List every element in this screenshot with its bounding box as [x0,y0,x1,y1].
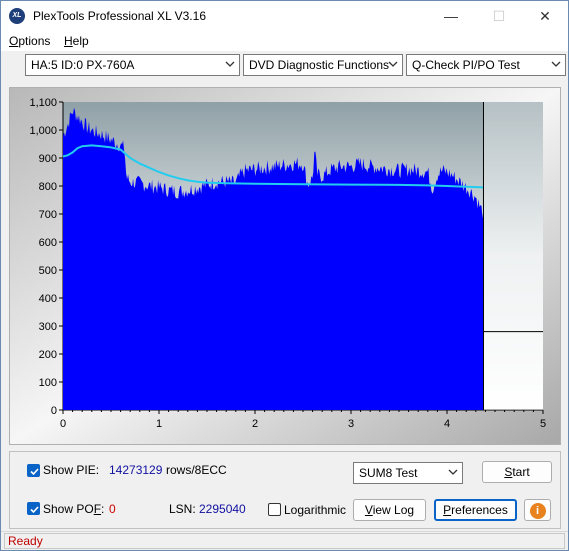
chevron-down-icon [551,61,561,67]
menu-options[interactable]: Options [9,34,50,48]
status-bar: Ready [1,531,568,550]
y-tick-label: 1,100 [29,97,57,109]
y-tick-label: 400 [39,293,57,305]
y-tick-label: 200 [39,349,57,361]
check-icon [30,468,39,476]
pi-po-chart: 0 100 200 300 400 500 600 700 800 900 1,000 1,100 0… [10,88,560,444]
pof-value: 0 [109,502,116,516]
info-icon: i [529,503,546,519]
sum-test-select[interactable]: SUM8 Test [353,462,463,484]
y-tick-label: 0 [51,405,57,417]
app-window: XL PlexTools Professional XL V3.16 — ☐ ✕… [0,0,569,551]
y-tick-label: 600 [39,237,57,249]
show-pie-checkbox[interactable] [27,464,40,477]
drive-select[interactable]: HA:5 ID:0 PX-760A [25,54,240,76]
start-label: tart [512,465,530,479]
title-bar: XL PlexTools Professional XL V3.16 — ☐ ✕ [1,1,568,31]
check-icon [30,506,39,514]
show-pof-colon: : [101,502,105,516]
y-tick-label: 100 [39,377,57,389]
lsn-value: 2295040 [199,502,246,516]
window-title: PlexTools Professional XL V3.16 [33,9,206,23]
start-button[interactable]: Start [482,461,552,483]
x-tick-label: 3 [348,418,354,430]
view-log-button[interactable]: View Log [353,499,426,521]
menu-help[interactable]: Help [64,34,89,48]
y-tick-label: 900 [39,153,57,165]
y-tick-label: 1,000 [29,125,57,137]
minimize-button[interactable]: — [428,1,474,31]
view-log-label: iew Log [372,503,415,517]
app-logo-icon: XL [9,8,25,24]
preferences-button[interactable]: Preferences [434,499,517,521]
view-log-mnemonic: V [364,503,373,517]
chevron-down-icon [448,469,458,475]
y-tick-label: 300 [39,321,57,333]
lsn-label: LSN: [169,502,196,516]
x-tick-label: 5 [540,418,546,430]
status-text: Ready [4,533,565,549]
test-select[interactable]: Q-Check PI/PO Test [406,54,566,76]
chevron-down-icon [388,61,398,67]
chart-panel: 0 100 200 300 400 500 600 700 800 900 1,000 1,100 0… [9,87,561,445]
menu-options-label: ptions [18,34,51,48]
sum-test-select-value: SUM8 Test [359,466,418,480]
control-panel: Show PIE: 14273129 rows/8ECC SUM8 Test S… [9,451,561,529]
show-pie-label: Show PIE: [43,463,100,477]
x-tick-label: 1 [156,418,162,430]
function-select-value: DVD Diagnostic Functions [249,58,390,72]
preferences-label: references [451,503,508,517]
close-button[interactable]: ✕ [522,1,568,31]
y-tick-label: 500 [39,265,57,277]
pie-value: 14273129 [109,463,163,477]
test-select-value: Q-Check PI/PO Test [412,58,520,72]
show-pof-label: Show POF: [43,502,104,516]
function-select[interactable]: DVD Diagnostic Functions [243,54,403,76]
end-marker [482,102,543,410]
y-tick-label: 800 [39,181,57,193]
menu-options-mnemonic: O [9,34,19,48]
menu-help-mnemonic: H [64,34,73,48]
logarithmic-checkbox[interactable] [268,503,281,516]
maximize-button: ☐ [492,8,506,24]
show-pof-checkbox[interactable] [27,502,40,515]
y-tick-label: 700 [39,209,57,221]
unused-region [483,102,543,410]
logarithmic-label: Logarithmic [284,503,347,517]
drive-select-value: HA:5 ID:0 PX-760A [31,58,135,72]
preferences-mnemonic: P [443,503,452,517]
x-tick-label: 0 [60,418,66,430]
menu-help-label: elp [72,34,89,48]
menu-bar: Options Help [1,31,568,51]
pie-unit: rows/8ECC [166,463,227,477]
toolbar: HA:5 ID:0 PX-760A DVD Diagnostic Functio… [1,52,568,80]
info-button[interactable]: i [524,499,551,521]
x-tick-label: 2 [252,418,258,430]
show-pof-label-text: Show PO [43,502,94,516]
x-tick-label: 4 [444,418,450,430]
chevron-down-icon [225,61,235,67]
show-pof-mnemonic: F [93,502,102,516]
